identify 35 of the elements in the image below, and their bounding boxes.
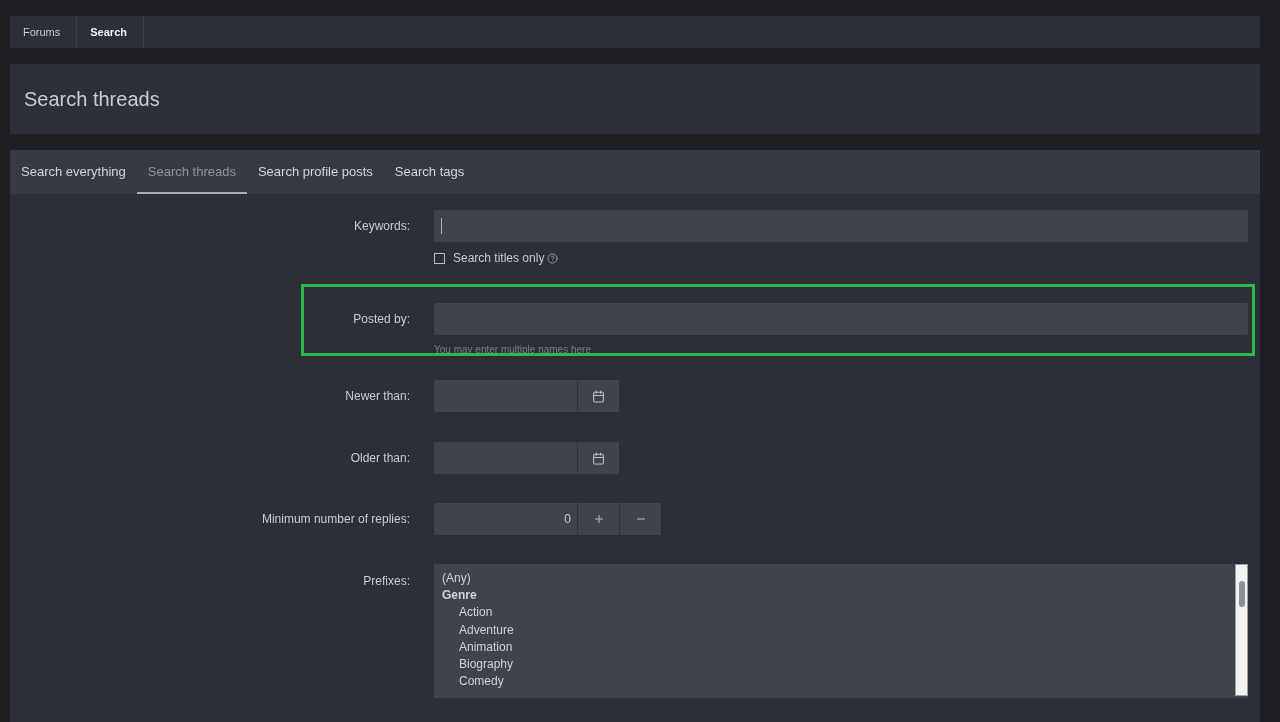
calendar-icon xyxy=(592,451,605,465)
plus-icon xyxy=(592,513,605,525)
scrollbar[interactable] xyxy=(1235,564,1248,696)
tab[interactable]: Search threads xyxy=(136,150,247,194)
help-icon xyxy=(547,252,559,264)
keywords-field[interactable] xyxy=(434,210,1248,242)
list-option[interactable]: Animation xyxy=(459,638,513,656)
field-label: Keywords: xyxy=(352,219,410,233)
field-label: Newer than: xyxy=(344,389,410,403)
increment-button[interactable] xyxy=(577,503,619,535)
number-field[interactable]: 0 xyxy=(434,503,577,535)
tab[interactable]: Search tags xyxy=(383,150,476,194)
prefixes-listbox[interactable]: (Any) Genre Action Adventure Animation Biography Comedy xyxy=(434,564,1248,698)
titles-only-checkbox[interactable]: Search titles only xyxy=(434,251,1248,265)
calendar-icon xyxy=(592,389,605,403)
breadcrumb-link[interactable]: Search xyxy=(77,16,144,48)
list-option[interactable]: Adventure xyxy=(459,621,514,639)
list-option[interactable]: Biography xyxy=(459,656,514,674)
page-title: Search threads xyxy=(24,87,160,111)
field-label: Older than: xyxy=(349,451,410,465)
field-hint: You may enter multiple names here xyxy=(434,344,592,355)
field-label: Minimum number of replies: xyxy=(260,512,410,526)
list-option[interactable]: Comedy xyxy=(459,673,504,691)
tab[interactable]: Search everything xyxy=(10,150,137,194)
tab[interactable]: Search profile posts xyxy=(246,150,384,194)
field-label: Prefixes: xyxy=(362,573,410,588)
calendar-button[interactable] xyxy=(577,442,619,474)
text-cursor xyxy=(441,218,442,234)
decrement-button[interactable] xyxy=(619,503,661,535)
option-group-label[interactable]: Genre xyxy=(442,587,477,605)
list-option[interactable]: (Any) xyxy=(442,570,471,588)
field-label: Posted by: xyxy=(352,311,410,326)
calendar-button[interactable] xyxy=(577,380,619,412)
breadcrumb-link[interactable]: Forums xyxy=(10,16,78,48)
list-option[interactable]: Action xyxy=(459,604,493,622)
